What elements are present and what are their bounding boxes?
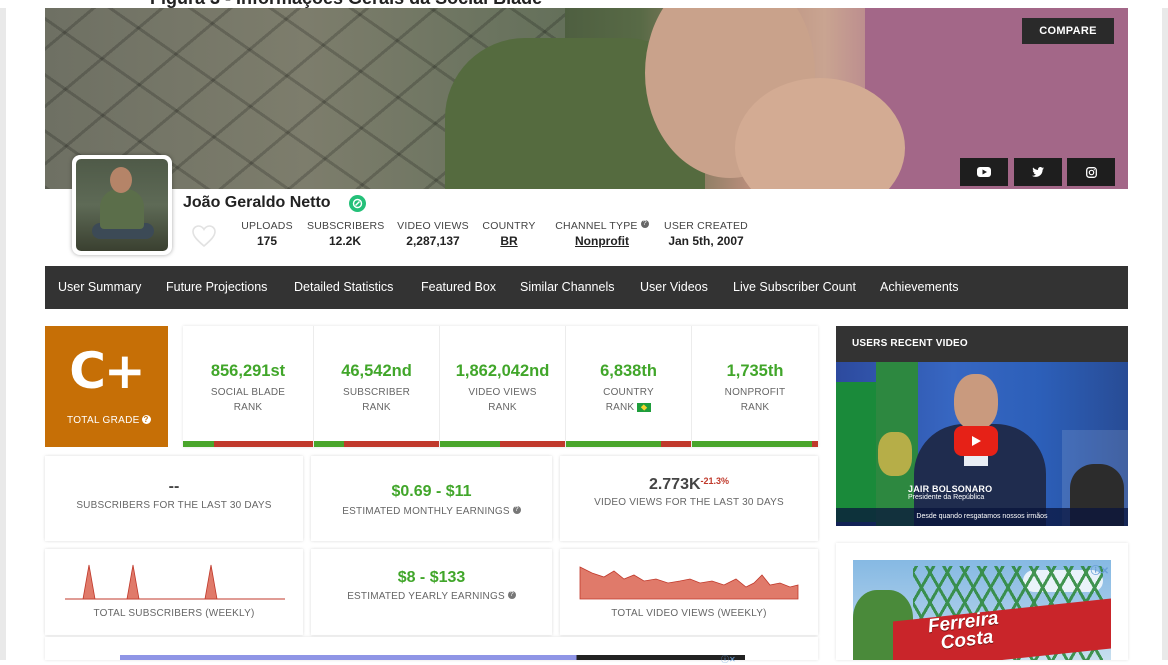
subscribers-sparkline [65, 564, 285, 600]
tab-similar-channels[interactable]: Similar Channels [520, 266, 614, 309]
stat-user-created: USER CREATED Jan 5th, 2007 [664, 220, 748, 248]
play-icon [972, 436, 981, 446]
tab-future-projections[interactable]: Future Projections [166, 266, 267, 309]
rank-bar [566, 441, 691, 447]
rank-social-blade: 856,291st SOCIAL BLADE RANK [183, 326, 314, 447]
stat-subscribers: SUBSCRIBERS 12.2K [307, 220, 385, 248]
views-delta: -21.3% [700, 476, 730, 486]
ad-close-icon[interactable]: ⓘ✕ [1091, 562, 1109, 577]
rank-bar [692, 441, 818, 447]
brazil-flag-icon [637, 402, 652, 412]
ad-brand: Ferreira Costa [926, 607, 1000, 654]
caption-text: Figura 3 - Informações Gerais da Social … [150, 0, 542, 8]
recent-video-thumbnail[interactable]: JAIR BOLSONARO Presidente da República D… [836, 362, 1128, 526]
subscribers-30-days-card: -- SUBSCRIBERS FOR THE LAST 30 DAYS [45, 456, 303, 541]
figure-caption: Figura 3 - Informações Gerais da Social … [0, 0, 1168, 8]
advertisement-image[interactable]: Ferreira Costa ⓘ✕ [853, 560, 1111, 660]
bottom-ad-box: ⓘ✕ [45, 637, 818, 664]
verified-badge-icon [349, 195, 366, 212]
youtube-icon [977, 167, 991, 177]
tab-user-summary[interactable]: User Summary [58, 266, 141, 309]
grade-value: C+ [69, 342, 146, 400]
video-subtitle: Desde quando resgatamos nossos irmãos [836, 508, 1128, 526]
grade-label: TOTAL GRADE [67, 415, 140, 426]
rank-country: 6,838th COUNTRY RANK [566, 326, 692, 447]
help-icon[interactable]: ? [141, 415, 151, 424]
tab-detailed-statistics[interactable]: Detailed Statistics [294, 266, 393, 309]
video-views-30-days-card: 2.773K-21.3% VIDEO VIEWS FOR THE LAST 30… [560, 456, 818, 541]
help-icon[interactable]: ? [512, 506, 521, 514]
channel-type-link[interactable]: Nonprofit [550, 234, 654, 248]
video-views-sparkline [579, 566, 799, 600]
instagram-link[interactable] [1067, 158, 1115, 186]
monthly-earnings-card: $0.69 - $11 ESTIMATED MONTHLY EARNINGS ? [311, 456, 552, 541]
rank-video-views: 1,862,042nd VIDEO VIEWS RANK [440, 326, 566, 447]
bottom-ad-banner[interactable] [120, 655, 745, 660]
video-caption-role: Presidente da República [908, 494, 985, 501]
rank-nonprofit: 1,735th NONPROFIT RANK [692, 326, 818, 447]
tab-live-subscriber-count[interactable]: Live Subscriber Count [733, 266, 856, 309]
channel-nav: User Summary Future Projections Detailed… [45, 266, 1128, 309]
instagram-icon [1085, 166, 1097, 178]
ad-box: Ferreira Costa ⓘ✕ [836, 543, 1128, 660]
youtube-link[interactable] [960, 158, 1008, 186]
rank-bar [314, 441, 439, 447]
avatar[interactable] [72, 155, 172, 255]
tab-achievements[interactable]: Achievements [880, 266, 959, 309]
rank-bar [440, 441, 565, 447]
stat-country[interactable]: COUNTRY BR [481, 220, 537, 248]
channel-name: João Geraldo Netto [183, 194, 331, 211]
stat-uploads: UPLOADS 175 [241, 220, 293, 248]
total-subscribers-weekly-card: TOTAL SUBSCRIBERS (WEEKLY) [45, 549, 303, 635]
stat-video-views: VIDEO VIEWS 2,287,137 [397, 220, 469, 248]
help-icon[interactable]: ? [640, 220, 649, 228]
yearly-earnings-card: $8 - $133 ESTIMATED YEARLY EARNINGS ? [311, 549, 552, 635]
ranks-panel: 856,291st SOCIAL BLADE RANK 46,542nd SUBS… [183, 326, 818, 447]
total-grade-card: C+ TOTAL GRADE? [45, 326, 168, 447]
video-caption-name: JAIR BOLSONARO [908, 484, 993, 494]
tab-featured-box[interactable]: Featured Box [421, 266, 496, 309]
compare-button[interactable]: COMPARE [1022, 18, 1114, 44]
twitter-link[interactable] [1014, 158, 1062, 186]
rank-bar [183, 441, 313, 447]
recent-video-panel: USERS RECENT VIDEO JAIR BOLSONARO Presid… [836, 326, 1128, 526]
total-video-views-weekly-card: TOTAL VIDEO VIEWS (WEEKLY) [560, 549, 818, 635]
tab-user-videos[interactable]: User Videos [640, 266, 708, 309]
help-icon[interactable]: ? [507, 591, 516, 599]
country-link[interactable]: BR [481, 234, 537, 248]
rank-subscriber: 46,542nd SUBSCRIBER RANK [314, 326, 440, 447]
stat-channel-type[interactable]: CHANNEL TYPE ? Nonprofit [550, 220, 654, 248]
twitter-icon [1032, 167, 1044, 177]
recent-video-title: USERS RECENT VIDEO [852, 338, 968, 349]
play-button[interactable] [954, 426, 998, 456]
favorite-heart-icon[interactable] [191, 224, 217, 248]
